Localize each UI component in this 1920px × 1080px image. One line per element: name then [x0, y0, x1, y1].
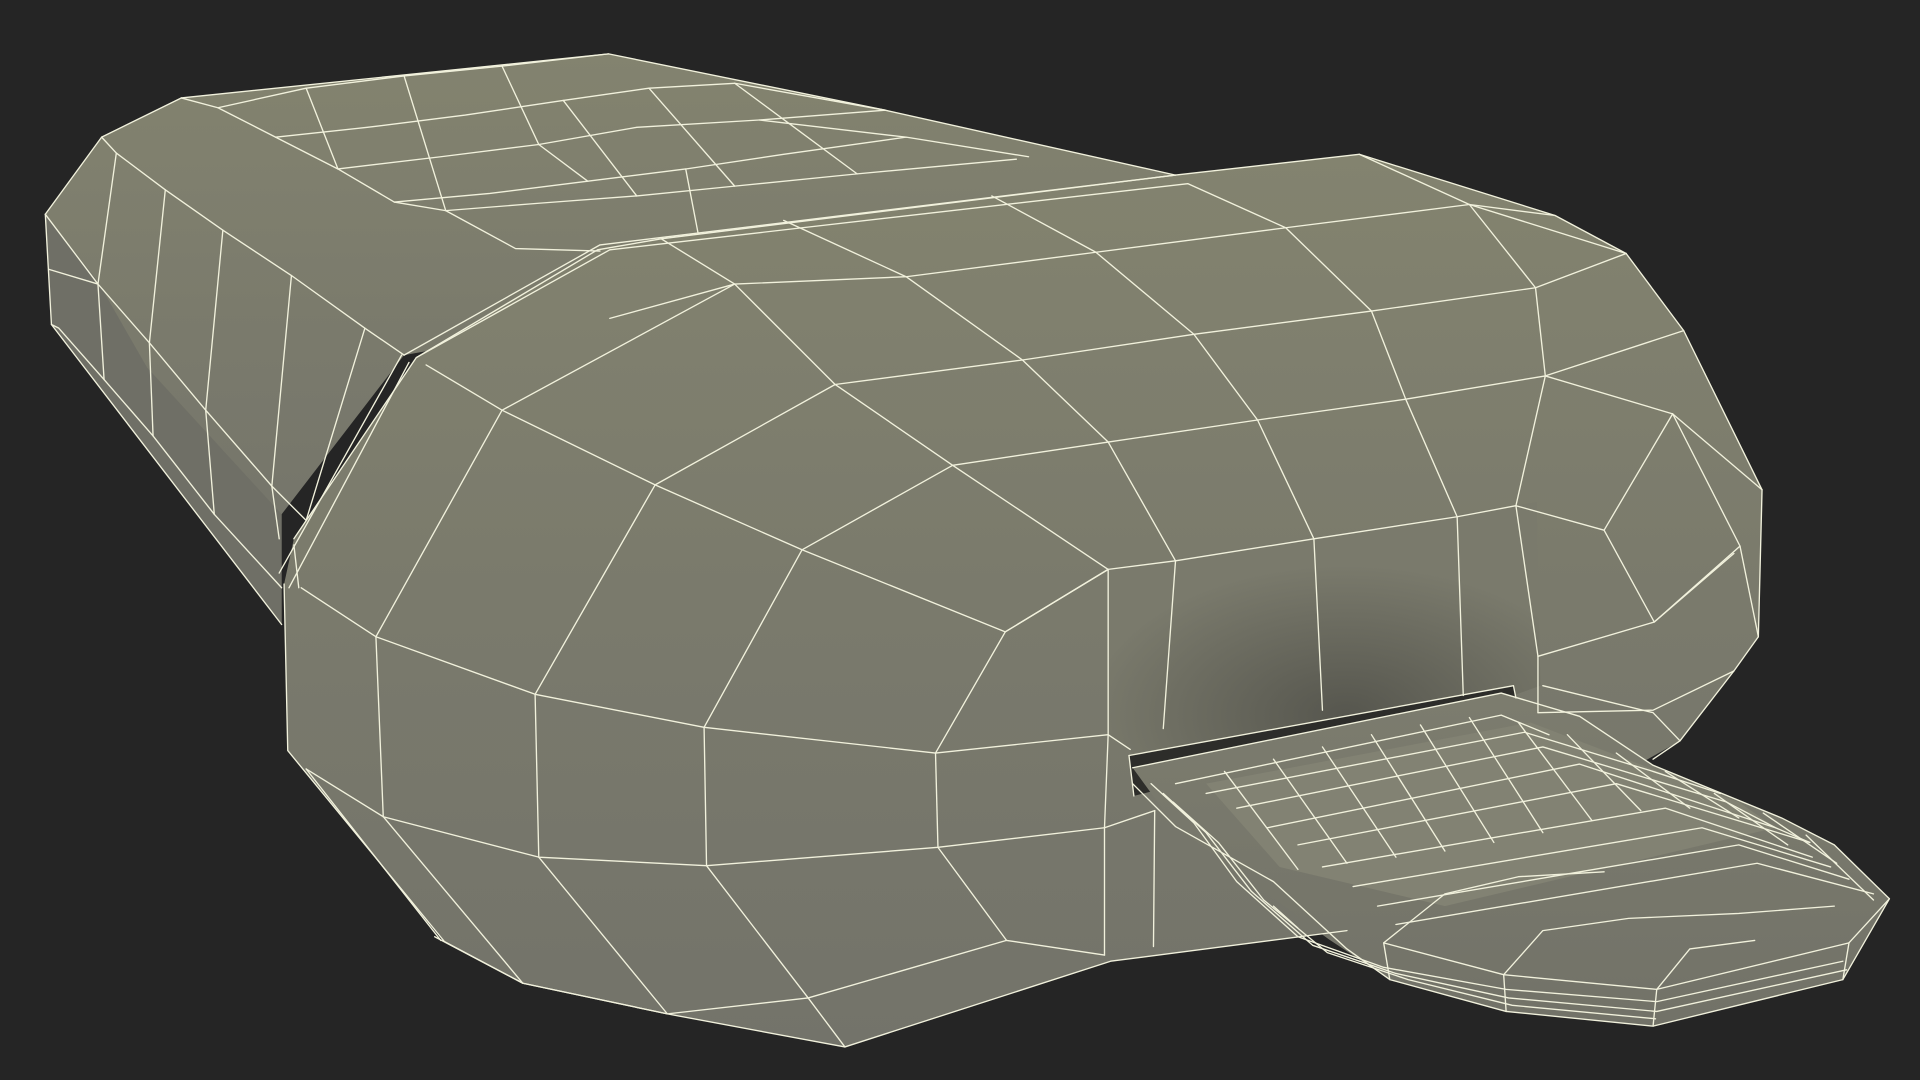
wireframe-render [44, 53, 1891, 1048]
render-viewport [0, 0, 1920, 1080]
